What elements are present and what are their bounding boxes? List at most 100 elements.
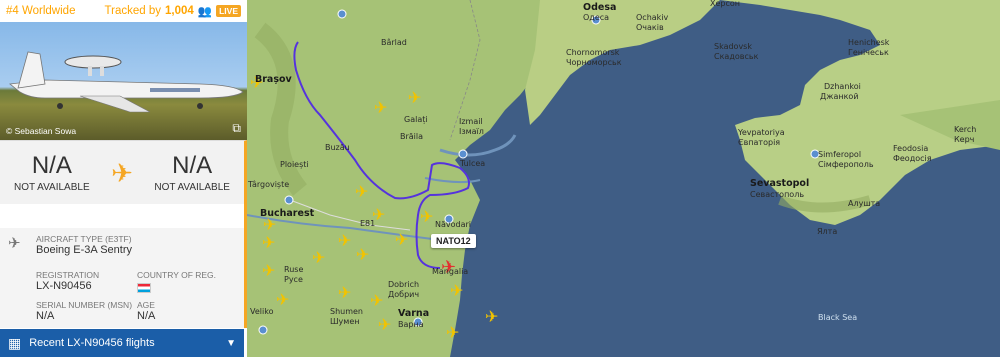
label-galati: Galați: [404, 115, 428, 125]
airport-marker: [284, 195, 294, 205]
label-odesa-uk: Одеса: [583, 13, 609, 22]
airport-marker: [337, 9, 347, 19]
label-veliko: Veliko: [250, 307, 274, 316]
tracked-label: Tracked by: [104, 5, 161, 17]
aircraft-icon: ✈: [395, 230, 408, 249]
registration-label: REGISTRATION: [36, 270, 100, 280]
chevron-down-icon: ▼: [226, 337, 236, 349]
aircraft-icon: ✈: [408, 88, 421, 107]
label-yevpatoriya: Yevpatoriya: [737, 128, 785, 137]
label-yevpatoriya-uk: Євпаторія: [738, 138, 780, 147]
aircraft-icon: ✈: [420, 207, 433, 226]
label-varna-bg: Варна: [398, 320, 424, 329]
aircraft-icon: ✈: [355, 182, 368, 201]
label-varna: Varna: [398, 308, 429, 319]
aircraft-icon: ✈: [8, 235, 21, 252]
label-tulcea: Tulcea: [459, 159, 485, 168]
label-kerch: Kerch: [954, 125, 976, 134]
rank-label: #4 Worldwide: [6, 5, 76, 17]
recent-flights-label: Recent LX-N90456 flights: [29, 337, 155, 349]
label-izmail: Izmail: [459, 117, 483, 126]
plane-icon: ✈: [111, 157, 133, 188]
label-kherson: Херсон: [710, 0, 740, 8]
aircraft-icon: ✈: [374, 98, 387, 117]
live-badge: LIVE: [216, 5, 241, 17]
label-simferopol-uk: Сімферополь: [818, 160, 874, 169]
label-kerch-uk: Керч: [954, 135, 974, 144]
label-braila: Brăila: [400, 132, 423, 141]
aircraft-photo[interactable]: © Sebastian Sowa ⧉: [0, 22, 247, 140]
label-targoviste: Târgoviște: [247, 180, 289, 190]
aircraft-icon: ✈: [450, 281, 463, 300]
label-chornomorsk-uk: Чорноморськ: [566, 58, 622, 67]
label-ochakiv: Ochakiv: [636, 13, 669, 22]
airport-marker: [458, 149, 468, 159]
panel-header: #4 Worldwide Tracked by 1,004 👥 LIVE: [0, 0, 247, 22]
label-simferopol: Simferopol: [818, 150, 861, 159]
label-barlad: Bârlad: [381, 38, 407, 47]
label-buzau: Buzău: [325, 143, 350, 152]
label-sevastopol: Sevastopol: [750, 178, 809, 189]
label-dobrich-bg: Добрич: [388, 290, 419, 299]
aircraft-photo-illustration: [8, 51, 244, 113]
recent-flights-button[interactable]: ▦ Recent LX-N90456 flights ▼: [0, 329, 244, 357]
tracked-by: Tracked by 1,004 👥 LIVE: [105, 4, 241, 18]
label-dzhankoi: Dzhankoi: [824, 82, 861, 91]
label-dobrich: Dobrich: [388, 280, 419, 289]
expand-icon[interactable]: ⧉: [232, 121, 241, 136]
label-shumen: Shumen: [330, 307, 363, 316]
destination-airport[interactable]: N/A NOT AVAILABLE: [145, 152, 240, 193]
photo-credit: © Sebastian Sowa: [6, 126, 77, 136]
dest-name: NOT AVAILABLE: [154, 182, 230, 193]
serial-label: SERIAL NUMBER (MSN): [36, 300, 133, 310]
label-feodosia-uk: Феодосія: [893, 154, 932, 163]
dest-code: N/A: [172, 152, 213, 179]
aircraft-icon: ✈: [356, 245, 369, 264]
luxembourg-flag-icon: [137, 283, 151, 293]
aircraft-panel: #4 Worldwide Tracked by 1,004 👥 LIVE © S…: [0, 0, 247, 357]
serial-field: SERIAL NUMBER (MSN) N/A: [36, 300, 132, 322]
aircraft-icon: ✈: [262, 261, 275, 280]
serial-value: N/A: [36, 310, 55, 322]
aircraft-type-value: Boeing E-3A Sentry: [36, 244, 133, 256]
label-navodari: Năvodari: [435, 220, 471, 229]
label-ochakiv-uk: Очаків: [636, 23, 664, 32]
route-progress-area: [0, 204, 247, 228]
tracked-count: 1,004: [164, 5, 194, 17]
airport-marker: [258, 325, 268, 335]
label-feodosia: Feodosia: [893, 144, 928, 153]
callsign-tag[interactable]: NATO12: [431, 234, 476, 248]
route-section: N/A NOT AVAILABLE ✈ N/A NOT AVAILABLE: [0, 140, 247, 204]
label-black-sea: Black Sea: [818, 313, 857, 322]
origin-airport[interactable]: N/A NOT AVAILABLE: [4, 152, 99, 193]
label-henichesk: Henichesk: [848, 38, 890, 47]
label-alushta: Алушта: [848, 199, 880, 208]
aircraft-icon: ✈: [338, 283, 351, 302]
label-sevastopol-uk: Севастополь: [750, 190, 804, 199]
aircraft-type-field: AIRCRAFT TYPE (E3TF) Boeing E-3A Sentry: [36, 234, 132, 256]
label-odesa: Odesa: [583, 2, 616, 13]
aircraft-type-label: AIRCRAFT TYPE (E3TF): [36, 234, 132, 244]
label-yalta: Ялта: [817, 227, 837, 236]
age-label: AGE: [137, 300, 155, 310]
label-dzhankoi-uk: Джанкой: [820, 92, 859, 101]
aircraft-icon: ✈: [485, 307, 498, 326]
registration-value: LX-N90456: [36, 280, 92, 292]
aircraft-icon: ✈: [370, 291, 383, 310]
aircraft-icon: ✈: [312, 248, 325, 267]
label-skadovsk-uk: Скадовськ: [714, 52, 759, 61]
aircraft-icon: ✈: [262, 233, 275, 252]
label-brasov: Brașov: [255, 74, 293, 85]
label-e81: E81: [360, 219, 375, 228]
country-label: COUNTRY OF REG.: [137, 270, 217, 280]
aircraft-icon: ✈: [446, 323, 459, 342]
aircraft-icon: ✈: [338, 231, 351, 250]
calendar-icon: ▦: [8, 334, 22, 351]
label-ploiesti: Ploiești: [280, 160, 309, 170]
age-field: AGE N/A: [137, 300, 155, 322]
label-bucharest: Bucharest: [260, 208, 315, 219]
label-ruse: Ruse: [284, 265, 303, 274]
label-mangalia: Mangalia: [432, 267, 468, 276]
origin-code: N/A: [31, 152, 72, 179]
origin-name: NOT AVAILABLE: [14, 182, 90, 193]
